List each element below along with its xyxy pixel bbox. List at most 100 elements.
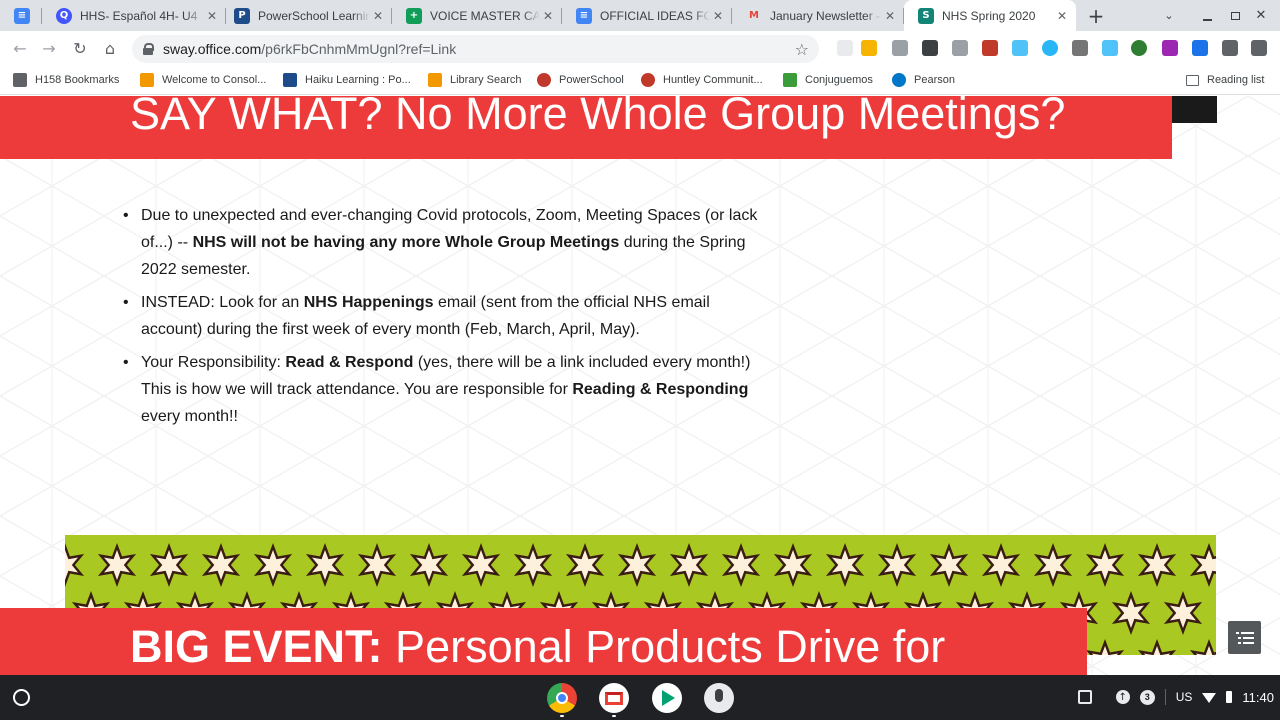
bullet-item: Your Responsibility: Read & Respond (yes… bbox=[122, 349, 767, 430]
docs-tab[interactable]: ≡ bbox=[0, 0, 42, 31]
new-tab-button[interactable]: + bbox=[1083, 0, 1109, 31]
ublock-ext-icon[interactable] bbox=[982, 40, 998, 56]
close-tab-icon[interactable]: ✕ bbox=[1054, 9, 1070, 23]
close-tab-icon[interactable]: ✕ bbox=[882, 9, 898, 23]
reading-list-icon bbox=[1186, 74, 1199, 86]
close-tab-icon[interactable]: ✕ bbox=[370, 9, 386, 23]
location-icon bbox=[140, 73, 154, 87]
tab-title: NHS Spring 2020 bbox=[942, 8, 1036, 23]
powerschool-icon: P bbox=[234, 7, 250, 24]
page-heading: SAY WHAT? No More Whole Group Meetings? bbox=[130, 96, 1066, 139]
tab-title: VOICE MASTER CALENDAR bbox=[430, 8, 540, 23]
sway-page[interactable]: SAY WHAT? No More Whole Group Meetings? … bbox=[0, 96, 1280, 675]
lp-ext-icon[interactable] bbox=[1131, 40, 1147, 56]
tab-3[interactable]: ≡ OFFICIAL IDEAS FOR F ✕ bbox=[562, 0, 732, 31]
location-icon bbox=[428, 73, 442, 87]
tab-0[interactable]: Q HHS- Español 4H- U4 ✕ bbox=[42, 0, 226, 31]
sway-icon: S bbox=[918, 7, 934, 24]
reload-button[interactable]: ↻ bbox=[68, 36, 92, 60]
profile-icon[interactable] bbox=[1251, 40, 1267, 56]
back-button[interactable]: ← bbox=[8, 36, 32, 60]
tab-strip: ≡ Q HHS- Español 4H- U4 ✕ P PowerSchool … bbox=[0, 0, 1280, 31]
screencast-ext-icon[interactable] bbox=[952, 40, 968, 56]
event-heading: BIG EVENT: Personal Products Drive for bbox=[130, 621, 946, 672]
puzzle-ext-icon[interactable] bbox=[1162, 40, 1178, 56]
download-ext-icon[interactable] bbox=[1012, 40, 1028, 56]
tab-title: OFFICIAL IDEAS FOR F bbox=[600, 8, 710, 23]
wifi-icon bbox=[1202, 693, 1217, 703]
os-shelf: ↑ 3 US 11:40 bbox=[0, 675, 1280, 720]
bookmark-2[interactable]: Haiku Learning : Po... bbox=[283, 71, 411, 89]
notification-badge: 3 bbox=[1139, 689, 1155, 705]
tab-title: January Newsletter - F bbox=[770, 8, 882, 23]
tab-title: HHS- Español 4H- U4 bbox=[80, 8, 198, 23]
restore-button[interactable] bbox=[1224, 0, 1246, 31]
gmail-icon: M bbox=[749, 10, 759, 21]
close-tab-icon[interactable]: ✕ bbox=[710, 9, 726, 23]
home-button[interactable]: ⌂ bbox=[98, 36, 122, 60]
tab-search-icon[interactable]: ⌄ bbox=[1158, 0, 1180, 31]
forward-button[interactable]: → bbox=[37, 36, 61, 60]
bookmark-4[interactable]: PowerSchool bbox=[537, 71, 624, 89]
battery-icon bbox=[1226, 691, 1233, 703]
tab-4[interactable]: M January Newsletter - F ✕ bbox=[732, 0, 904, 31]
scissors-ext-icon[interactable] bbox=[837, 40, 853, 56]
address-bar[interactable]: sway.office.com/p6rkFbCnhmMmUgnl?ref=Lin… bbox=[132, 35, 819, 63]
bookmark-6[interactable]: Conjuguemos bbox=[783, 71, 873, 89]
close-tab-icon[interactable]: ✕ bbox=[204, 9, 220, 23]
tab-5[interactable]: S NHS Spring 2020 ✕ bbox=[904, 0, 1076, 31]
navigation-list-icon[interactable] bbox=[1228, 621, 1261, 654]
browser-toolbar: ← → ↻ ⌂ sway.office.com/p6rkFbCnhmMmUgnl… bbox=[0, 31, 1280, 65]
bookmark-0[interactable]: H158 Bookmarks bbox=[13, 71, 119, 89]
bookmark-7[interactable]: Pearson bbox=[892, 71, 955, 89]
ninja-ext-icon[interactable] bbox=[922, 40, 938, 56]
voice-recorder-icon[interactable] bbox=[704, 683, 734, 713]
cloud-ext-icon[interactable] bbox=[1102, 40, 1118, 56]
docs-icon: ≡ bbox=[14, 7, 30, 24]
keyboard-layout: US bbox=[1175, 690, 1193, 704]
upload-icon: ↑ bbox=[1115, 690, 1130, 704]
tab-1[interactable]: P PowerSchool Learning ✕ bbox=[220, 0, 392, 31]
status-tray[interactable]: ↑ 3 US 11:40 bbox=[1077, 681, 1274, 713]
url-text: sway.office.com/p6rkFbCnhmMmUgnl?ref=Lin… bbox=[163, 41, 457, 57]
screen-capture-icon[interactable] bbox=[1077, 690, 1092, 704]
bullet-item: INSTEAD: Look for an NHS Happenings emai… bbox=[122, 289, 767, 343]
bookmark-star-icon[interactable]: ☆ bbox=[795, 40, 809, 59]
close-tab-icon[interactable]: ✕ bbox=[540, 9, 556, 23]
launcher-button[interactable] bbox=[13, 689, 30, 706]
close-window-button[interactable]: ✕ bbox=[1250, 0, 1272, 31]
reading-list-button[interactable]: Reading list bbox=[1186, 71, 1264, 89]
running-indicator bbox=[560, 715, 564, 717]
powerschool-circle-icon bbox=[537, 73, 551, 87]
lock-icon bbox=[143, 43, 154, 55]
globe-ext-icon[interactable] bbox=[1042, 40, 1058, 56]
minimize-button[interactable] bbox=[1196, 0, 1218, 31]
tab-2[interactable]: + VOICE MASTER CALENDAR ✕ bbox=[392, 0, 562, 31]
image-strip bbox=[1172, 96, 1217, 123]
pearson-icon bbox=[892, 73, 906, 87]
bookmark-ext-icon[interactable] bbox=[861, 40, 877, 56]
stack-ext-icon[interactable] bbox=[892, 40, 908, 56]
bookmarks-bar: H158 Bookmarks Welcome to Consol... Haik… bbox=[0, 65, 1280, 95]
event-banner: BIG EVENT: Personal Products Drive for bbox=[0, 608, 1087, 675]
sheets-icon: + bbox=[406, 7, 422, 24]
bookmark-3[interactable]: Library Search bbox=[428, 71, 522, 89]
chrome-icon[interactable] bbox=[547, 683, 577, 713]
powerschool-icon bbox=[283, 73, 297, 87]
bookmark-1[interactable]: Welcome to Consol... bbox=[140, 71, 266, 89]
folder-icon bbox=[13, 73, 27, 87]
tab-title: PowerSchool Learning bbox=[258, 8, 370, 23]
heading-banner: SAY WHAT? No More Whole Group Meetings? bbox=[0, 96, 1172, 159]
pattern-star bbox=[1189, 639, 1216, 655]
r-ext-icon[interactable] bbox=[1072, 40, 1088, 56]
docs-icon: ≡ bbox=[576, 7, 592, 24]
bug-ext-icon[interactable] bbox=[1192, 40, 1208, 56]
bullet-content: Due to unexpected and ever-changing Covi… bbox=[122, 202, 767, 436]
bullet-item: Due to unexpected and ever-changing Covi… bbox=[122, 202, 767, 283]
gmail-icon[interactable] bbox=[599, 683, 629, 713]
play-store-icon[interactable] bbox=[652, 683, 682, 713]
frog-icon bbox=[783, 73, 797, 87]
bookmark-5[interactable]: Huntley Communit... bbox=[641, 71, 763, 89]
quizlet-icon: Q bbox=[56, 7, 72, 24]
extensions-icon[interactable] bbox=[1222, 40, 1238, 56]
